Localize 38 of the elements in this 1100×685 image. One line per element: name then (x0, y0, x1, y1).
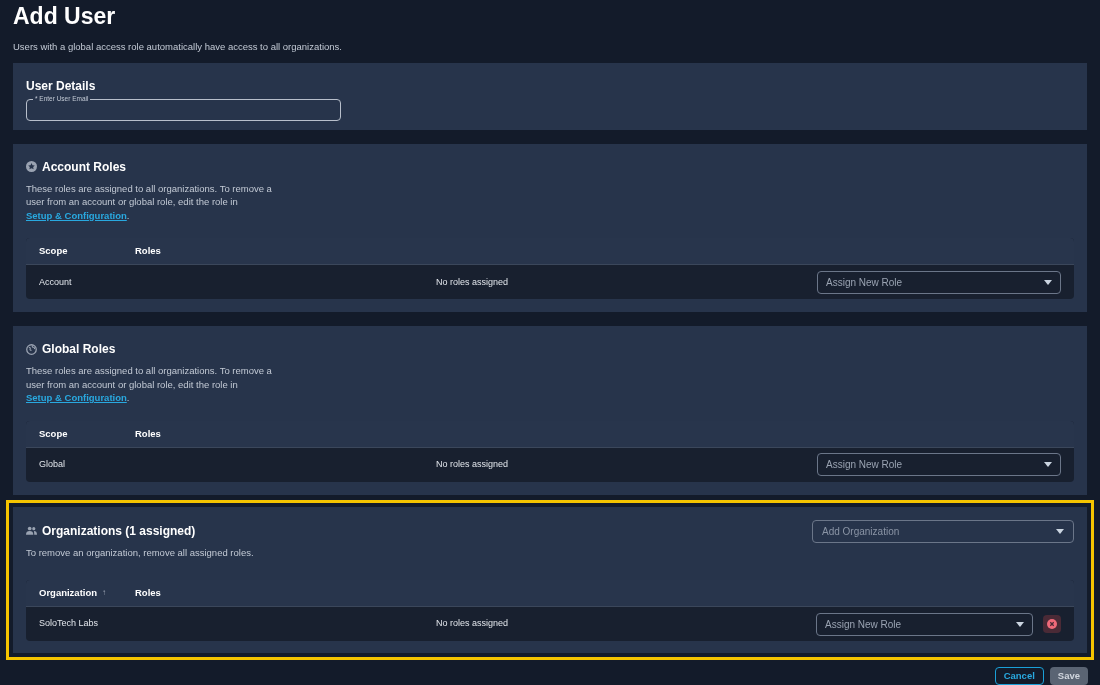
star-badge-icon (26, 161, 37, 173)
setup-link[interactable]: Setup & Configuration (26, 209, 127, 221)
section-title: Organizations (1 assigned) (42, 522, 196, 540)
section-description: To remove an organization, remove all assigned roles. (26, 545, 254, 560)
column-header[interactable]: Organization ↑ (39, 585, 135, 601)
caret-icon (1056, 528, 1064, 534)
role-select[interactable]: Assign New Role (816, 612, 1033, 636)
page-subtitle: Users with a global access role automatically have access to all organizations. (13, 40, 343, 54)
table-cell-text: SoloTech Labs (39, 617, 100, 631)
column-header: Scope (39, 244, 69, 259)
caret-icon (1044, 462, 1052, 468)
table-cell-text: No roles assigned (436, 617, 510, 631)
remove-button[interactable] (1043, 615, 1061, 633)
column-header: Roles (135, 426, 161, 441)
people-icon (26, 526, 37, 536)
add-organization-select[interactable]: Add Organization (812, 519, 1074, 543)
section-description: These roles are assigned to all organizations. To remove a user from an account or global role, edit the role in Setup & Configuration. (26, 364, 273, 405)
table-cell-text: No roles assigned (436, 458, 510, 471)
cancel-button[interactable]: Cancel (994, 667, 1044, 685)
page-title: Add User (13, 3, 117, 30)
section-title: Global Roles (42, 341, 116, 359)
table-cell-text: Global (39, 458, 66, 471)
sort-arrow-icon: ↑ (102, 587, 107, 599)
column-header: Scope (39, 426, 69, 441)
table-cell-text: No roles assigned (436, 275, 510, 289)
globe-icon (26, 343, 37, 355)
caret-icon (1044, 279, 1052, 285)
role-select[interactable]: Assign New Role (817, 270, 1061, 294)
column-header: Roles (135, 585, 161, 600)
setup-link[interactable]: Setup & Configuration (26, 392, 127, 404)
column-header: Roles (135, 244, 161, 259)
section-title: Account Roles (42, 158, 126, 176)
close-icon (1047, 619, 1057, 629)
role-select[interactable]: Assign New Role (817, 453, 1061, 477)
section-description: These roles are assigned to all organizations. To remove a user from an account or global role, edit the role in Setup & Configuration. (26, 181, 273, 223)
caret-icon (1016, 621, 1024, 627)
table-cell-text: Account (39, 275, 73, 289)
section-title: User Details (26, 78, 97, 96)
